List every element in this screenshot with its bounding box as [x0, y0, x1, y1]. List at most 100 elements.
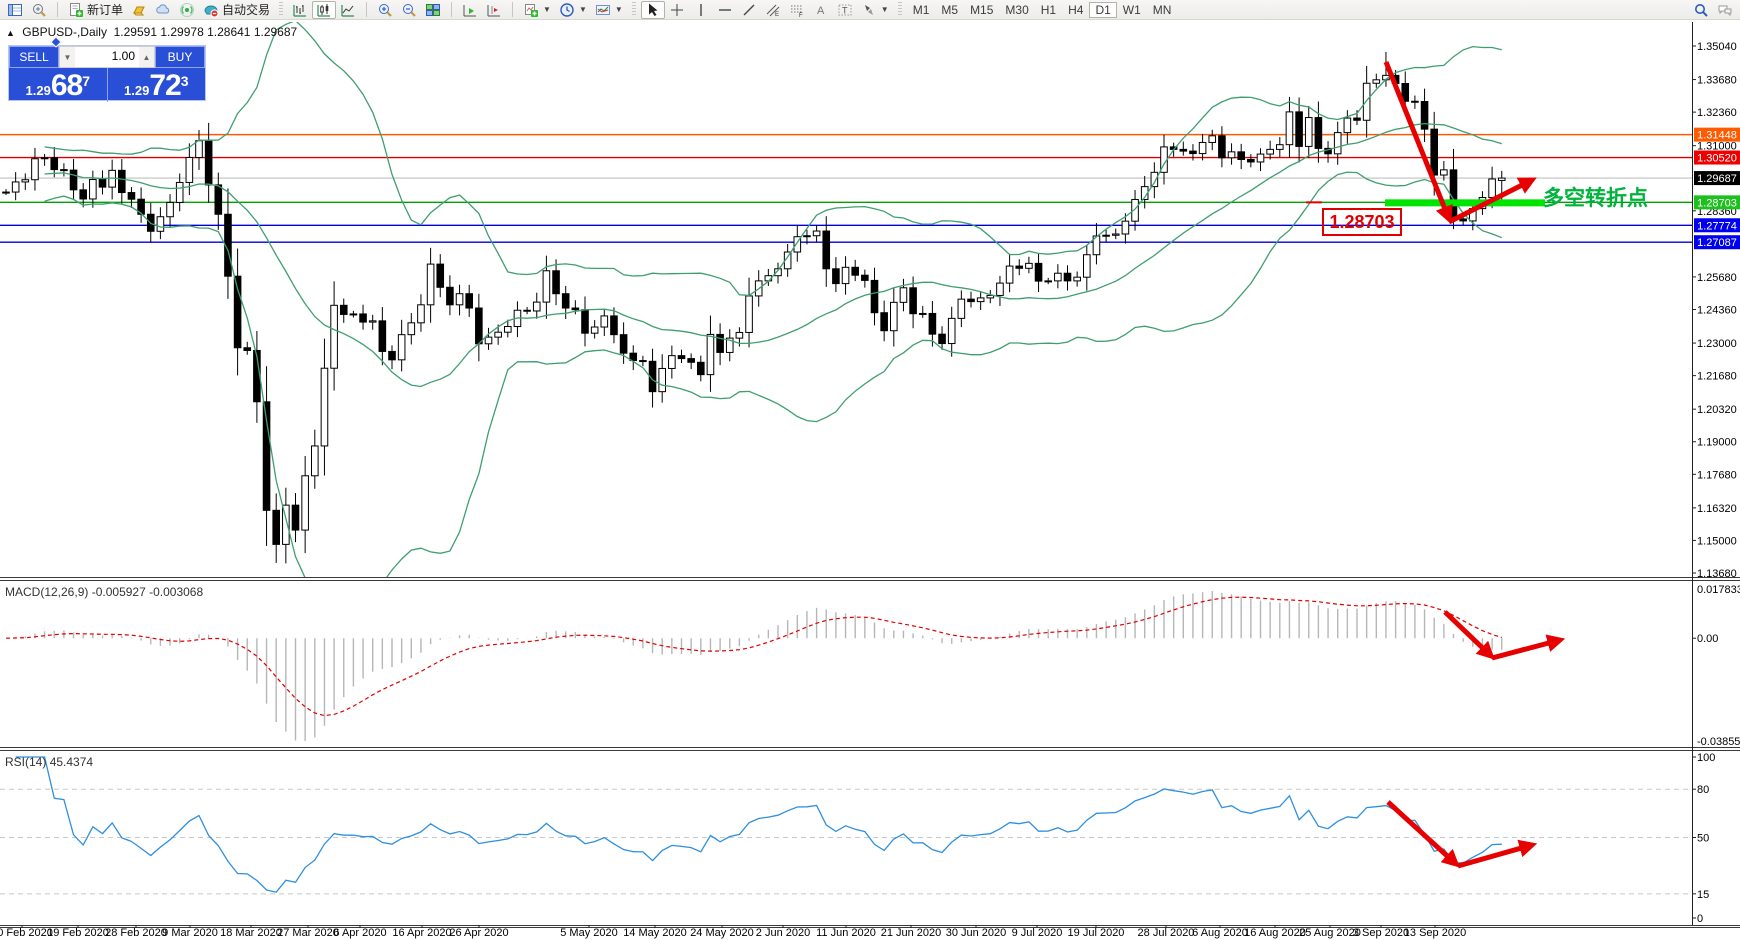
- volume-increase-button[interactable]: ▲: [139, 47, 154, 67]
- fibonacci-tool-button[interactable]: F: [785, 1, 809, 19]
- svg-text:100: 100: [1697, 752, 1715, 764]
- trend-arrow-5: [1458, 845, 1532, 866]
- price-tick: 1.19000: [1697, 437, 1737, 449]
- channel-tool-button[interactable]: E: [761, 1, 785, 19]
- divider: [57, 2, 58, 17]
- data-window-button[interactable]: [27, 1, 51, 19]
- dropdown-arrow: ▼: [579, 5, 587, 14]
- tile-windows-button[interactable]: [421, 1, 445, 19]
- chart-window[interactable]: 1.350401.336801.323601.310001.283601.256…: [0, 19, 1740, 940]
- history-center-button[interactable]: [127, 1, 151, 19]
- price-tick: 1.16320: [1697, 503, 1737, 515]
- symbol-triangle-icon: ▲: [6, 28, 15, 38]
- date-tick: 30 Jun 2020: [946, 927, 1007, 939]
- timeframe-h1[interactable]: H1: [1035, 2, 1062, 18]
- price-badge-text: 1.29687: [1697, 173, 1737, 185]
- toolbar-grip: [898, 2, 902, 17]
- autotrading-button[interactable]: 自动交易: [199, 0, 274, 19]
- timeframe-m5[interactable]: M5: [935, 2, 964, 18]
- arrows-tool-button[interactable]: ▼: [857, 1, 893, 19]
- zoom-in-button[interactable]: [373, 1, 397, 19]
- hline-tool-button[interactable]: [713, 1, 737, 19]
- date-tick: 19 Feb 2020: [47, 927, 109, 939]
- chat-icon: [1717, 2, 1733, 18]
- autotrading-label: 自动交易: [222, 1, 270, 18]
- label-tool-button[interactable]: T: [833, 1, 857, 19]
- text-tool-button[interactable]: A: [809, 1, 833, 19]
- date-tick: 13 Sep 2020: [1404, 927, 1466, 939]
- date-tick: 19 Jul 2020: [1068, 927, 1125, 939]
- timeframe-m30[interactable]: M30: [999, 2, 1034, 18]
- date-tick: 27 Mar 2020: [277, 927, 339, 939]
- rsi-label: RSI(14) 45.4374: [5, 755, 93, 769]
- price-badge-text: 1.30520: [1697, 153, 1737, 165]
- data-window-icon: [31, 2, 47, 18]
- divider: [366, 2, 367, 17]
- price-tick: 1.25680: [1697, 272, 1737, 284]
- chart-ohlc-header: ▲ GBPUSD-,Daily 1.29591 1.29978 1.28641 …: [6, 25, 297, 39]
- cursor-icon: [645, 2, 661, 18]
- crosshair-tool-button[interactable]: [665, 1, 689, 19]
- equidistant-channel-icon: E: [765, 2, 781, 18]
- toolbar-grip: [632, 2, 636, 17]
- candlestick-mode-button[interactable]: [312, 1, 336, 19]
- trendline-tool-button[interactable]: [737, 1, 761, 19]
- chart-shift-button[interactable]: [482, 1, 506, 19]
- volume-input[interactable]: 1.00: [75, 47, 139, 67]
- timeframe-mn[interactable]: MN: [1147, 2, 1178, 18]
- svg-text:0.00: 0.00: [1697, 633, 1718, 645]
- indicators-button[interactable]: ▼: [591, 1, 627, 19]
- date-tick: 6 Aug 2020: [1192, 927, 1248, 939]
- price-tick: 1.21680: [1697, 371, 1737, 383]
- support-price-label[interactable]: 1.28703: [1322, 208, 1402, 236]
- timeframe-m1[interactable]: M1: [907, 2, 936, 18]
- new-order-button[interactable]: 新订单: [64, 0, 127, 19]
- timeframe-h4[interactable]: H4: [1062, 2, 1089, 18]
- svg-text:0: 0: [1697, 913, 1703, 925]
- fibonacci-icon: F: [789, 2, 805, 18]
- dropdown-arrow: ▼: [615, 5, 623, 14]
- price-tick: 1.33680: [1697, 75, 1737, 87]
- periods-button[interactable]: ▼: [555, 1, 591, 19]
- new-chart-button[interactable]: ▼: [519, 1, 555, 19]
- chart-canvas[interactable]: 1.350401.336801.323601.310001.283601.256…: [0, 19, 1740, 940]
- market-watch-button[interactable]: [3, 1, 27, 19]
- crosshair-icon: [669, 2, 685, 18]
- timeframe-w1[interactable]: W1: [1117, 2, 1147, 18]
- sell-price-small: 1.29: [26, 83, 51, 98]
- date-tick: 21 Jun 2020: [881, 927, 942, 939]
- macd-label: MACD(12,26,9) -0.005927 -0.003068: [5, 585, 203, 599]
- new-chart-icon: [523, 2, 539, 18]
- date-tick: 10 Feb 2020: [0, 927, 53, 939]
- signals-button[interactable]: [175, 1, 199, 19]
- price-tick: 1.15000: [1697, 535, 1737, 547]
- auto-scroll-button[interactable]: [458, 1, 482, 19]
- annotation-objects[interactable]: [1306, 62, 1560, 866]
- sell-button[interactable]: SELL: [9, 46, 59, 68]
- cloud-icon: [155, 2, 171, 18]
- sell-price[interactable]: 1.29 68 7: [9, 68, 108, 102]
- turning-point-text[interactable]: 多空转折点: [1543, 182, 1648, 212]
- main-toolbar: 新订单 自动交易 ▼ ▼ ▼ E F A: [0, 0, 1740, 20]
- cursor-tool-button[interactable]: [641, 1, 665, 19]
- bar-chart-mode-button[interactable]: [288, 1, 312, 19]
- trend-arrow-2: [1445, 612, 1491, 656]
- trendline-icon: [741, 2, 757, 18]
- vline-tool-button[interactable]: [689, 1, 713, 19]
- zoom-out-button[interactable]: [397, 1, 421, 19]
- buy-button[interactable]: BUY: [155, 46, 205, 68]
- price-tick: 1.35040: [1697, 41, 1737, 53]
- buy-price[interactable]: 1.29 72 3: [108, 68, 206, 102]
- text-icon: A: [813, 2, 829, 18]
- gold-bar-icon: [131, 2, 147, 18]
- volume-decrease-button[interactable]: ▼: [60, 47, 75, 67]
- timeframe-d1[interactable]: D1: [1089, 2, 1116, 18]
- search-button[interactable]: [1689, 1, 1713, 19]
- chat-button[interactable]: [1713, 1, 1737, 19]
- vertical-line-icon: [693, 2, 709, 18]
- rsi-value: 45.4374: [50, 755, 93, 769]
- mql5-cloud-button[interactable]: [151, 1, 175, 19]
- timeframe-m15[interactable]: M15: [964, 2, 999, 18]
- line-chart-mode-button[interactable]: [336, 1, 360, 19]
- price-tick: 1.24360: [1697, 305, 1737, 317]
